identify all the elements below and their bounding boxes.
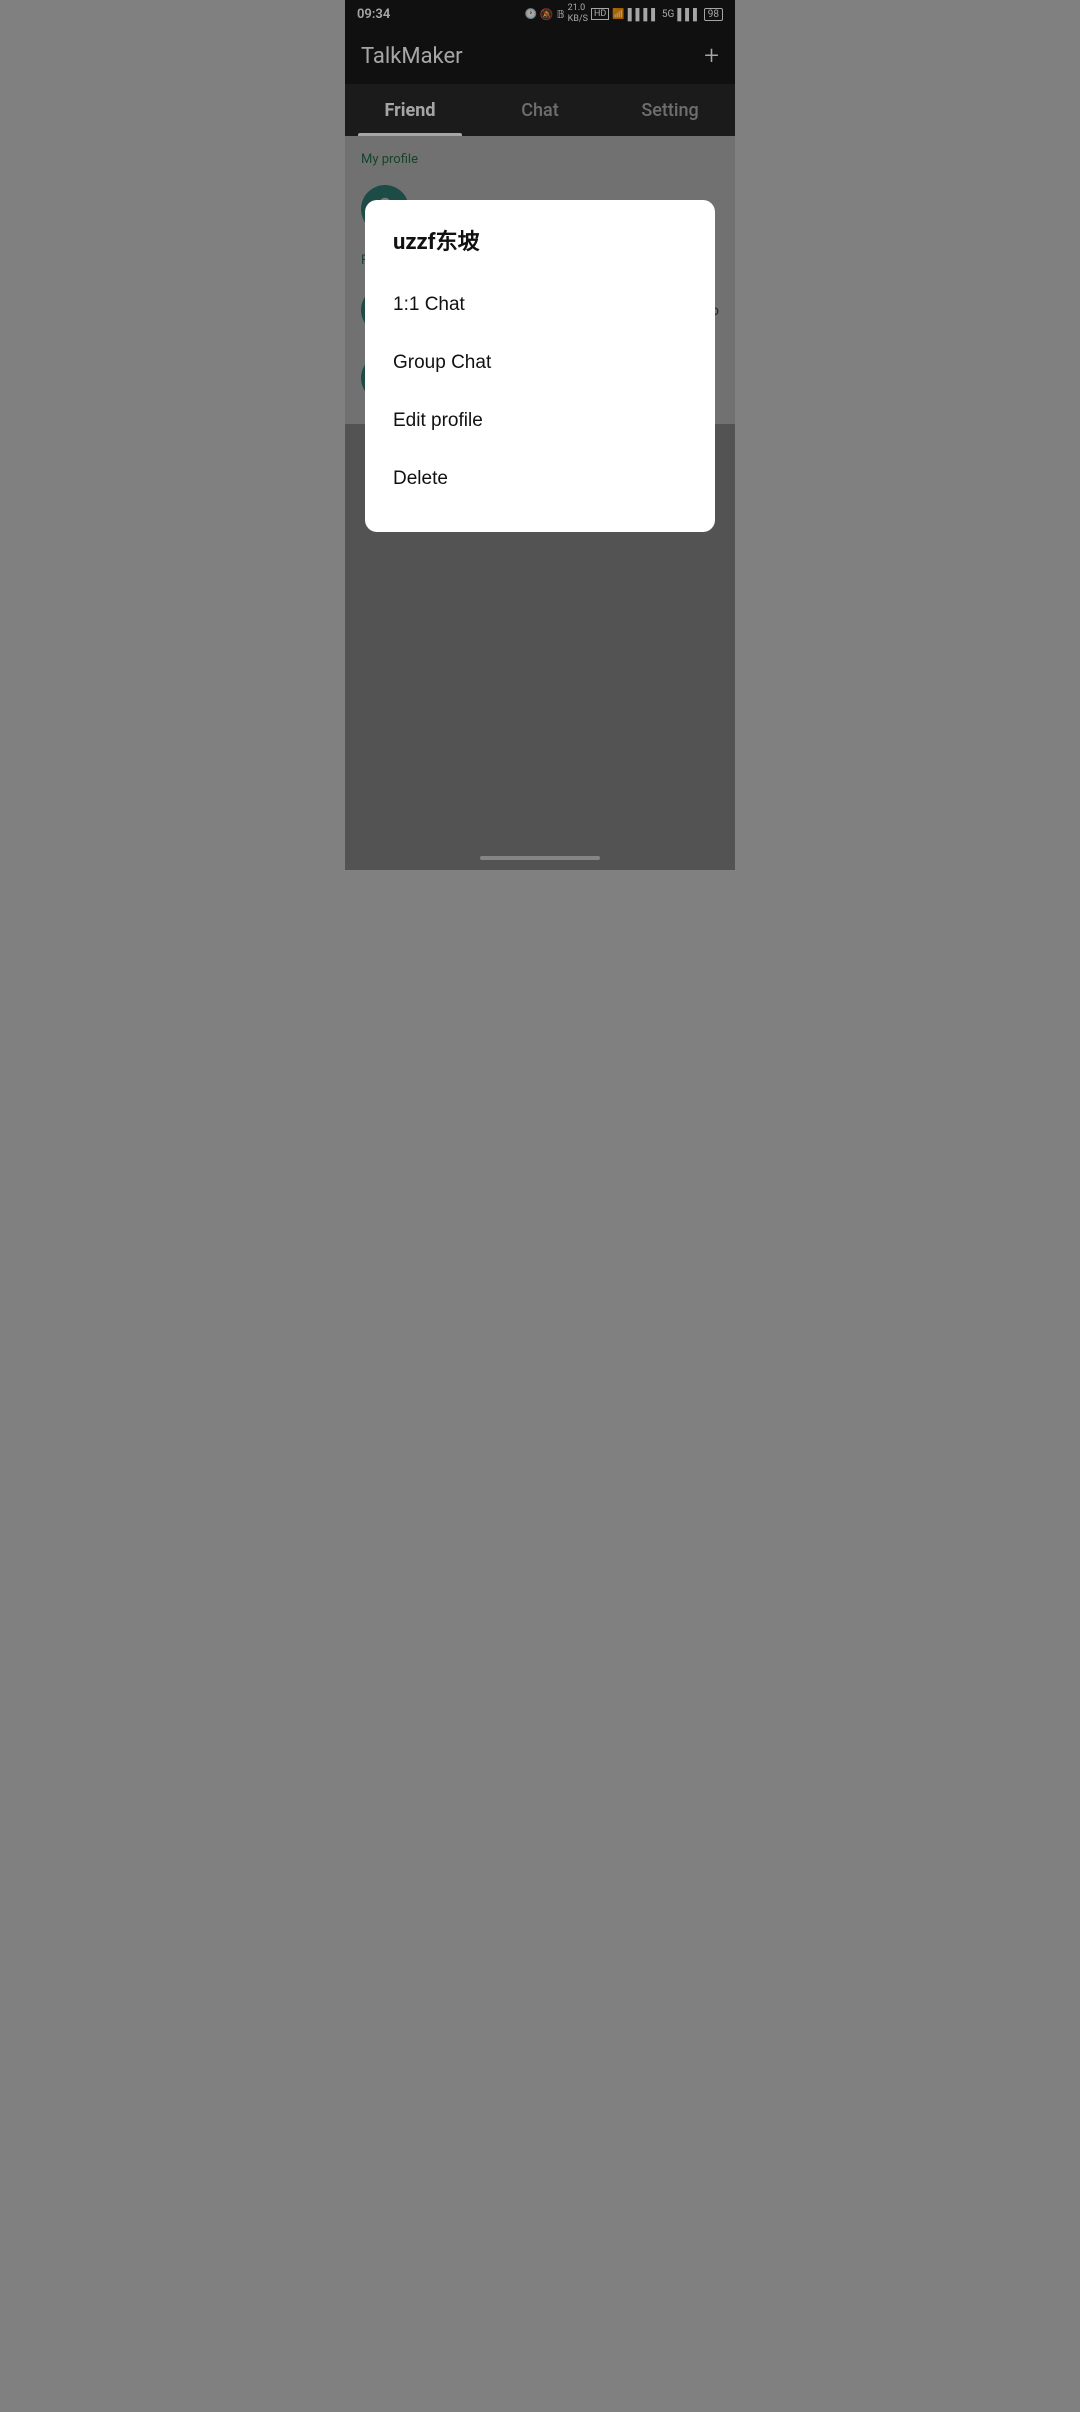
context-menu-item-1:1-chat[interactable]: 1:1 Chat [393, 276, 687, 334]
context-menu: uzzf东坡 1:1 Chat Group Chat Edit profile … [365, 200, 715, 532]
context-menu-item-edit-profile[interactable]: Edit profile [393, 392, 687, 450]
context-menu-item-delete[interactable]: Delete [393, 450, 687, 508]
context-menu-item-group-chat[interactable]: Group Chat [393, 334, 687, 392]
context-menu-title: uzzf东坡 [393, 224, 687, 256]
